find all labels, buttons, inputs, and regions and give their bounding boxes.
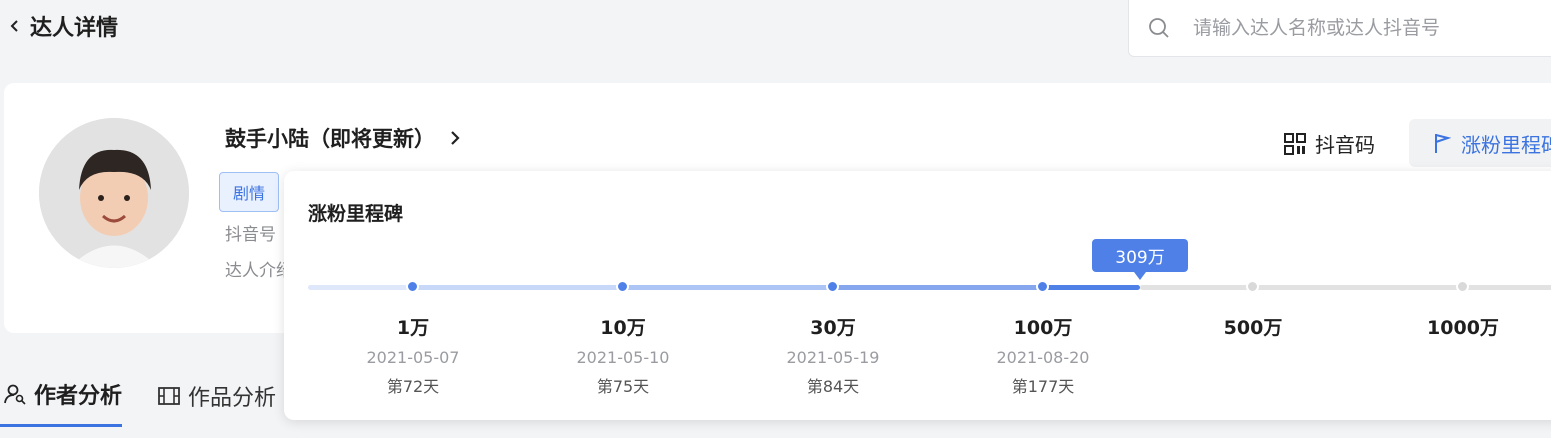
track-remaining — [1140, 285, 1551, 290]
back-button[interactable]: 达人详情 — [8, 10, 118, 42]
current-fans-badge: 309万 — [1092, 239, 1188, 280]
intro-label: 达人介绍 — [225, 261, 293, 281]
milestone-date: 2021-05-07 — [366, 348, 460, 367]
milestone-item: 30万 2021-05-19 第84天 — [753, 313, 913, 397]
tab-label: 作者分析 — [34, 384, 123, 409]
milestone-day: 第177天 — [1011, 377, 1075, 396]
milestone-dot — [1246, 280, 1259, 293]
milestone-label: 1万 — [396, 317, 430, 339]
milestone-dot — [406, 280, 419, 293]
flag-icon — [1435, 134, 1451, 153]
milestone-dot — [1036, 280, 1049, 293]
search-box[interactable] — [1128, 0, 1551, 57]
douyin-id-label: 抖音号 — [225, 225, 276, 245]
milestone-label: 10万 — [600, 317, 646, 339]
child-portrait-image — [39, 118, 189, 268]
milestone-item: 100万 2021-08-20 第177天 — [963, 313, 1123, 397]
chevron-left-icon — [10, 20, 18, 32]
milestone-day: 第84天 — [806, 377, 860, 396]
milestone-label: 30万 — [810, 317, 856, 339]
milestone-track — [308, 285, 1551, 290]
qr-label: 抖音码 — [1315, 133, 1375, 157]
chevron-right-icon — [451, 131, 460, 145]
milestone-date: 2021-08-20 — [996, 348, 1090, 367]
track-segment-5 — [1043, 285, 1140, 290]
page-title: 达人详情 — [30, 16, 119, 41]
milestone-day: 第75天 — [596, 377, 650, 396]
user-search-icon — [4, 384, 26, 405]
track-segment-2 — [413, 285, 623, 290]
profile-name-link[interactable]: 鼓手小陆（即将更新） — [225, 123, 461, 153]
milestone-date: 2021-05-19 — [786, 348, 880, 367]
milestone-day: 第72天 — [386, 377, 440, 396]
search-icon — [1149, 18, 1169, 38]
tab-works-analysis[interactable]: 作品分析 — [158, 378, 276, 427]
milestone-button-label: 涨粉里程碑 — [1461, 132, 1551, 157]
avatar — [39, 118, 189, 268]
douyin-qr-button[interactable]: 抖音码 — [1284, 129, 1375, 158]
milestone-dot — [1456, 280, 1469, 293]
film-icon — [158, 386, 180, 405]
fans-milestone-popover: 涨粉里程碑 309万 1万 2021-05-07 第72天 10万 2021-0… — [284, 171, 1551, 420]
tab-bar: 作者分析 作品分析 — [0, 378, 276, 427]
qr-code-icon — [1284, 132, 1306, 155]
tab-author-analysis[interactable]: 作者分析 — [0, 378, 123, 427]
milestone-item: 1000万 — [1383, 313, 1543, 340]
tab-label: 作品分析 — [188, 385, 277, 411]
milestone-label: 1000万 — [1427, 317, 1499, 339]
profile-name: 鼓手小陆（即将更新） — [225, 127, 435, 151]
milestone-item: 1万 2021-05-07 第72天 — [333, 313, 493, 397]
fans-milestone-button[interactable]: 涨粉里程碑 — [1409, 119, 1551, 167]
popover-title: 涨粉里程碑 — [308, 203, 404, 225]
milestone-dot — [616, 280, 629, 293]
track-segment-3 — [623, 285, 833, 290]
page: 达人详情 鼓手小陆（即将更新） 剧情 — [0, 0, 1551, 438]
milestone-date: 2021-05-10 — [576, 348, 670, 367]
search-input[interactable] — [1193, 17, 1533, 39]
milestone-item: 10万 2021-05-10 第75天 — [543, 313, 703, 397]
track-segment-1 — [308, 285, 413, 290]
track-segment-4 — [833, 285, 1043, 290]
milestone-dot — [826, 280, 839, 293]
category-tag: 剧情 — [219, 172, 280, 212]
milestone-label: 500万 — [1223, 317, 1283, 339]
milestone-label: 100万 — [1013, 317, 1073, 339]
milestone-item: 500万 — [1173, 313, 1333, 340]
